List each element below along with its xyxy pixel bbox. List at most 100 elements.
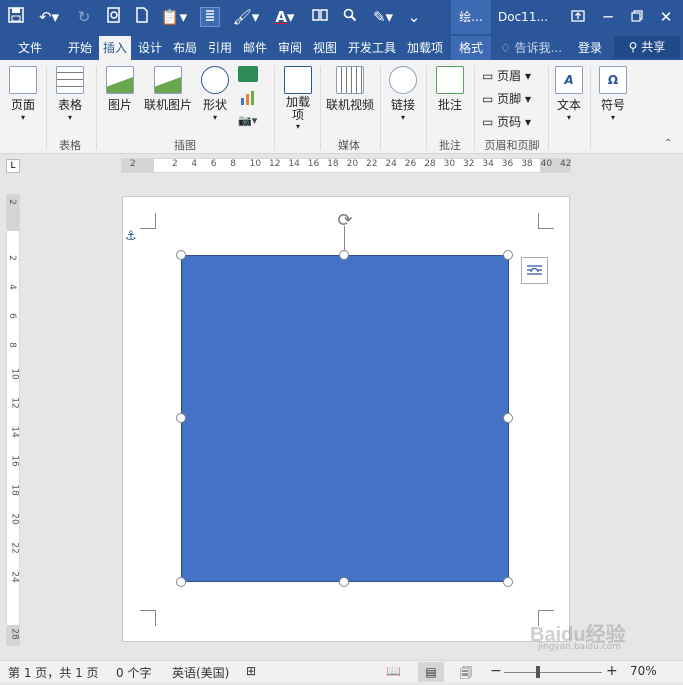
rotate-handle-icon[interactable]: ⟳ [334,210,356,232]
shapes-button[interactable]: 形状 ▾ [196,66,234,122]
zoom-slider-thumb[interactable] [536,666,540,678]
online-picture-icon [154,66,182,94]
comment-button[interactable]: 批注 [430,66,470,113]
redo-icon[interactable]: ↻ [74,7,94,27]
rectangle-shape[interactable] [181,255,509,582]
online-picture-button[interactable]: 联机图片 [140,66,196,113]
symbol-button[interactable]: Ω 符号 ▾ [594,66,632,122]
read-mode-icon[interactable]: 📖 [386,664,401,678]
footer-label: 页脚 [497,92,522,106]
print-preview-icon[interactable] [104,7,124,27]
print-layout-icon[interactable]: ▤ [418,662,444,682]
tab-selector[interactable]: L [6,159,20,173]
ribbon-display-icon[interactable] [568,7,588,27]
text-box-icon: A [555,66,583,94]
collapse-ribbon-icon[interactable]: ⌃ [664,138,672,149]
font-color-icon[interactable]: A▾ [272,7,298,27]
customize-toolbar-icon[interactable]: ⌄ [404,7,424,27]
screenshot-icon[interactable]: 📷▾ [238,114,266,130]
zoom-slider[interactable] [504,672,602,673]
online-picture-label: 联机图片 [143,98,192,112]
tab-home[interactable]: 开始 [64,36,96,60]
comment-icon [436,66,464,94]
text-button[interactable]: A 文本 ▾ [552,66,586,122]
header-button[interactable]: ▭ 页眉 ▾ [482,67,531,84]
macro-icon[interactable]: ⊞ [246,664,256,678]
resize-handle[interactable] [176,413,186,423]
book-icon[interactable] [310,7,330,27]
tell-me-box[interactable]: ♢ 告诉我... [500,36,562,60]
resize-handle[interactable] [339,577,349,587]
restore-icon[interactable] [627,7,647,27]
table-button[interactable]: 表格 ▾ [50,66,90,122]
resize-handle[interactable] [503,413,513,423]
addins-button[interactable]: 加载 项 ▾ [278,66,318,131]
context-tab-drawing[interactable]: 绘... [451,0,491,34]
tab-design[interactable]: 设计 [134,36,166,60]
zoom-in-icon[interactable]: + [606,663,618,679]
horizontal-ruler[interactable]: 2 2 4 6 8 10 12 14 16 18 20 22 24 26 28 30 32 34 36 38 40 42 [121,158,571,173]
new-document-icon[interactable] [132,7,152,27]
document-view-icon[interactable] [200,7,220,27]
ruler-tick: 12 [269,159,281,169]
search-icon[interactable] [340,7,360,27]
tab-developer[interactable]: 开发工具 [344,36,400,60]
page-button[interactable]: 页面 ▾ [4,66,42,122]
resize-handle[interactable] [503,577,513,587]
page-count[interactable]: 第 1 页，共 1 页 [8,664,99,681]
save-icon[interactable] [6,7,26,27]
close-icon[interactable]: ✕ [656,7,676,27]
ruler-tick: 28 [9,628,20,640]
tab-format[interactable]: 格式 [451,36,491,60]
tab-review[interactable]: 审阅 [274,36,306,60]
smartart-icon[interactable] [238,66,258,82]
share-button[interactable]: ⚲ 共享 [614,36,680,58]
online-video-button[interactable]: 联机视频 [324,66,376,113]
page-icon [9,66,37,94]
ruler-tick: 42 [560,159,572,169]
draw-icon[interactable]: ✎▾ [368,7,398,27]
tab-file[interactable]: 文件 [8,36,52,60]
link-button[interactable]: 链接 ▾ [384,66,422,122]
zoom-level[interactable]: 70% [630,664,657,678]
tab-view[interactable]: 视图 [309,36,341,60]
undo-icon[interactable]: ↶▾ [34,7,64,27]
chart-icon[interactable] [240,90,256,106]
ruler-tick: 8 [6,342,17,348]
tab-mailings[interactable]: 邮件 [239,36,271,60]
login-button[interactable]: 登录 [578,36,602,60]
watermark-url: jingyan.baidu.com [538,642,622,652]
ruler-tick: 16 [9,455,20,467]
resize-handle[interactable] [339,250,349,260]
word-count[interactable]: 0 个字 [116,664,151,681]
page-number-button[interactable]: ▭ 页码 ▾ [482,113,531,130]
tab-references[interactable]: 引用 [204,36,236,60]
web-layout-icon[interactable]: 🗐 [460,664,472,685]
resize-handle[interactable] [176,250,186,260]
tab-addins[interactable]: 加载项 [403,36,447,60]
margin-corner [140,610,156,626]
ribbon-insert: 页面 ▾ 表格 ▾ 表格 图片 联机图片 形状 ▾ 📷▾ 插图 加载 项 ▾ 联… [0,60,683,154]
layout-options-icon[interactable] [521,257,548,284]
vertical-ruler[interactable]: 2 2 4 6 8 10 12 14 16 18 20 22 24 28 [6,194,20,646]
tab-insert[interactable]: 插入 [99,36,131,60]
minimize-icon[interactable]: ─ [598,7,618,27]
footer-button[interactable]: ▭ 页脚 ▾ [482,90,531,107]
ruler-tick: 14 [9,426,20,438]
addins-label: 加载 项 [285,95,310,122]
language[interactable]: 英语(美国) [172,664,229,681]
picture-button[interactable]: 图片 [100,66,140,113]
margin-corner [538,213,554,229]
anchor-icon: ⚓ [125,229,137,244]
comment-label: 批注 [437,98,462,112]
header-label: 页眉 [497,69,522,83]
zoom-out-icon[interactable]: − [490,663,502,679]
group-comments-label: 批注 [439,139,461,152]
paste-icon[interactable]: 📋▾ [160,7,188,27]
format-painter-icon[interactable]: 🖌▾ [232,7,260,27]
tab-layout[interactable]: 布局 [169,36,201,60]
title-bar: ↶▾ ↻ 📋▾ 🖌▾ A▾ ✎▾ ⌄ 绘... Doc11... ─ ✕ [0,0,683,34]
picture-icon [106,66,134,94]
resize-handle[interactable] [176,577,186,587]
resize-handle[interactable] [503,250,513,260]
